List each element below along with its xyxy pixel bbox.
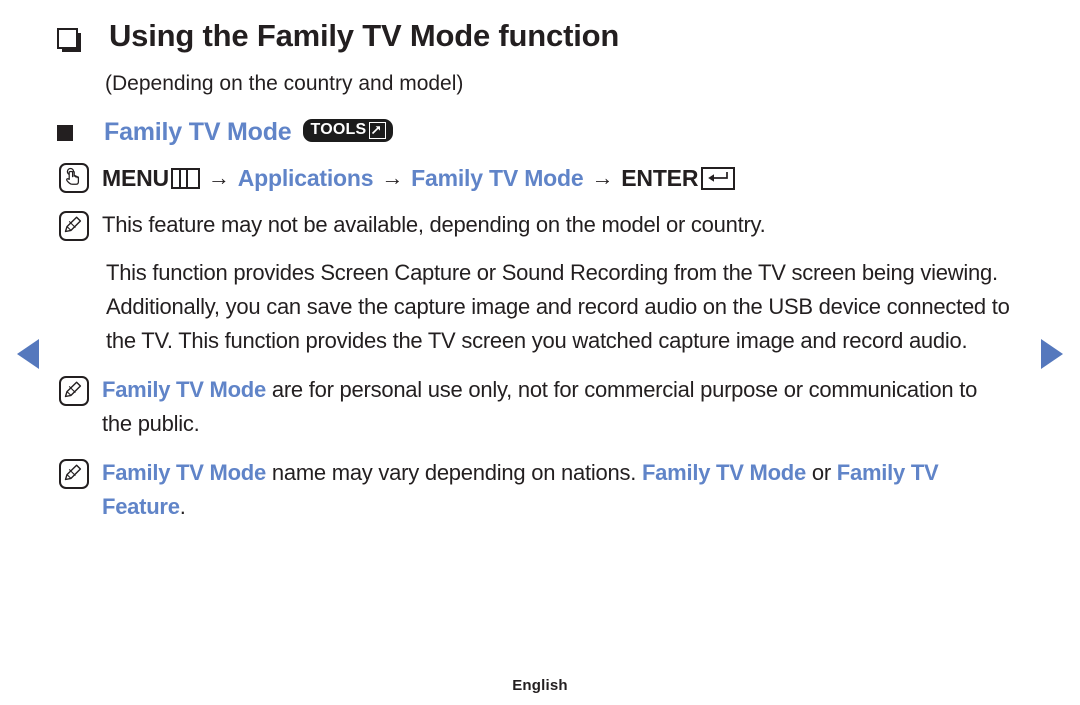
note-segment: This feature may not be available, depen…: [102, 212, 766, 237]
tools-badge-label: TOOLS: [310, 121, 367, 138]
page-title: Using the Family TV Mode function: [109, 18, 620, 53]
path-step-family-tv-mode[interactable]: Family TV Mode: [411, 165, 583, 192]
page-subtitle: (Depending on the country and model): [105, 72, 464, 95]
subheading-label: Family TV Mode: [104, 118, 292, 146]
note-segment: or: [805, 460, 837, 485]
note-segment-highlight: Family TV Mode: [641, 460, 806, 485]
note-segment: name may vary depending on nations.: [265, 460, 642, 485]
next-page-arrow-icon[interactable]: [1041, 339, 1063, 369]
page-title-row: Using the Family TV Mode function: [57, 14, 1023, 58]
note-segment: .: [179, 494, 186, 519]
note-pen-icon: [59, 211, 89, 241]
footer-language: English: [512, 677, 568, 694]
menu-path-text: MENU → Applications → Family TV Mode → E…: [102, 164, 736, 192]
enter-label: ENTER: [621, 164, 699, 191]
note-row: Family TV Mode are for personal use only…: [59, 373, 1023, 441]
page-content: Using the Family TV Mode function (Depen…: [57, 14, 1023, 524]
path-step-applications[interactable]: Applications: [238, 165, 374, 192]
subheading-row: Family TV Mode TOOLS: [57, 118, 1023, 147]
note-segment-highlight: Family TV Mode: [102, 460, 266, 485]
hollow-square-bullet-icon: [57, 28, 78, 49]
menu-label: MENU: [102, 164, 169, 191]
menu-path-row: MENU → Applications → Family TV Mode → E…: [59, 163, 1023, 193]
note-segment-highlight: Family TV Mode: [102, 377, 266, 402]
note-text: Family TV Mode are for personal use only…: [102, 373, 982, 441]
path-arrow-1: →: [207, 165, 230, 190]
tools-badge[interactable]: TOOLS: [302, 119, 394, 142]
menu-button-icon: [170, 167, 200, 189]
manual-page: Using the Family TV Mode function (Depen…: [0, 0, 1080, 705]
tools-arrow-icon: [369, 121, 387, 139]
body-paragraph: This function provides Screen Capture or…: [106, 260, 1010, 353]
note-pen-icon: [59, 376, 89, 406]
hand-press-icon: [59, 163, 89, 193]
path-arrow-3: →: [591, 165, 614, 190]
note-pen-icon: [59, 459, 89, 489]
note-text: Family TV Mode name may vary depending o…: [102, 456, 997, 524]
note-row: This feature may not be available, depen…: [59, 208, 1023, 242]
previous-page-arrow-icon[interactable]: [17, 339, 39, 369]
enter-return-icon: [701, 166, 736, 190]
note-text: This feature may not be available, depen…: [102, 208, 766, 242]
solid-square-bullet-icon: [57, 124, 73, 141]
path-arrow-2: →: [381, 165, 404, 190]
note-row: Family TV Mode name may vary depending o…: [59, 456, 1023, 524]
